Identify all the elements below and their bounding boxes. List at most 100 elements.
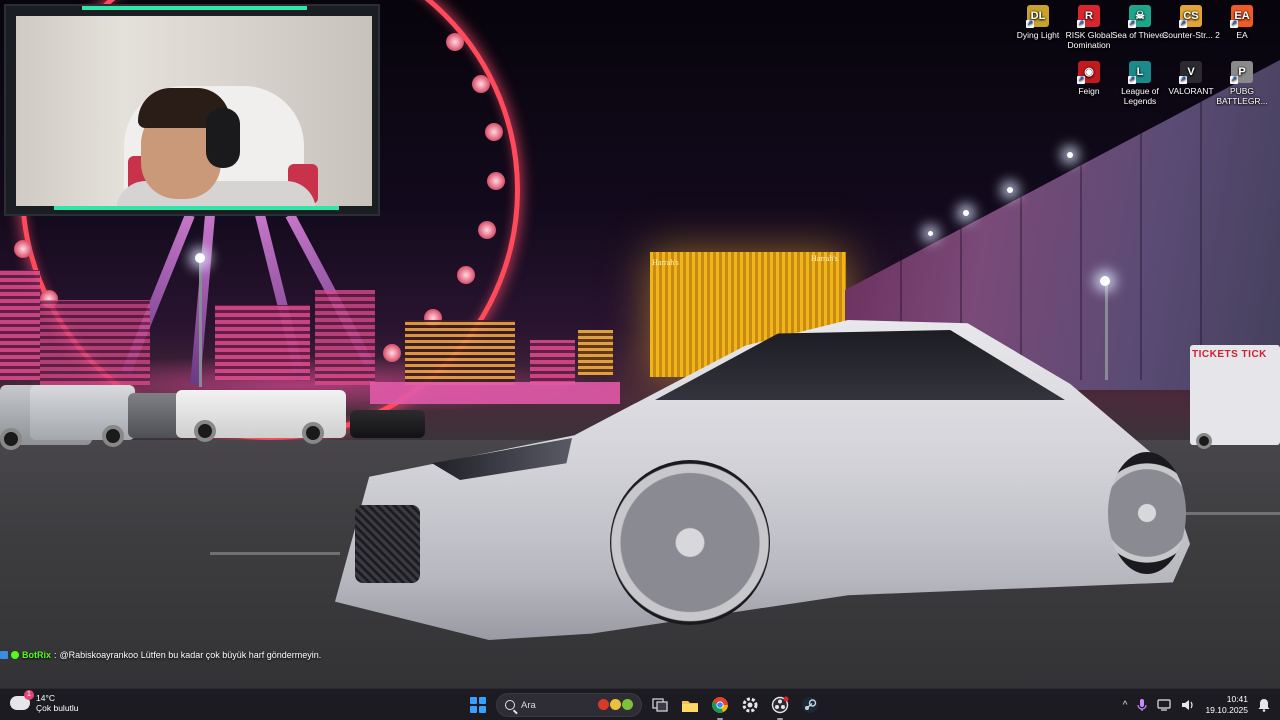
desktop-shortcut-label: VALORANT	[1168, 86, 1214, 96]
truck-wheel	[194, 420, 216, 442]
task-view-button[interactable]	[648, 693, 672, 717]
taskbar-apps: Ara	[466, 693, 822, 720]
clock-time: 10:41	[1226, 694, 1248, 704]
icon-glyph: ☠	[1135, 10, 1145, 22]
desktop-shortcut[interactable]: V ↗ VALORANT	[1162, 61, 1220, 96]
car-rear-wheel	[1108, 452, 1186, 574]
street-lamp	[1105, 285, 1108, 380]
search-placeholder: Ara	[521, 699, 536, 711]
desktop-shortcut[interactable]: DL ↗ Dying Light	[1009, 5, 1067, 40]
wall-rib	[1140, 120, 1142, 380]
wall-rib	[1080, 150, 1082, 380]
webcam-overlay	[4, 4, 380, 216]
trailer-wheel	[1196, 433, 1212, 449]
building	[578, 330, 613, 375]
settings-app-button[interactable]	[738, 693, 762, 717]
trailer-sign: TICKETS TICK	[1192, 349, 1267, 360]
shortcut-arrow-icon: ↗	[1128, 20, 1136, 28]
truck-wheel	[302, 422, 324, 444]
street-lamp	[199, 262, 202, 387]
risk-icon: R ↗	[1077, 5, 1100, 28]
network-icon[interactable]	[1157, 699, 1172, 711]
ferris-wheel-pod	[446, 33, 464, 51]
building	[215, 305, 310, 380]
shortcut-arrow-icon: ↗	[1230, 76, 1238, 84]
microphone-icon[interactable]	[1137, 698, 1148, 712]
ferris-wheel-pod	[487, 172, 505, 190]
settings-app-icon	[742, 697, 758, 713]
steam-button[interactable]	[798, 693, 822, 717]
desktop-shortcut[interactable]: ◉ ↗ Feign	[1060, 61, 1118, 96]
ferris-wheel-pod	[457, 266, 475, 284]
shortcut-arrow-icon: ↗	[1077, 76, 1085, 84]
desktop-shortcut-label: RISK Global Domination	[1065, 30, 1113, 50]
desktop-shortcut[interactable]: L ↗ League of Legends	[1111, 61, 1169, 106]
task-view-icon	[652, 698, 668, 712]
parked-car	[350, 410, 425, 438]
building	[315, 290, 375, 385]
desktop-shortcut-label: Sea of Thieves	[1111, 30, 1169, 40]
parking-line	[1180, 512, 1280, 515]
building	[40, 300, 150, 385]
notification-bell-icon[interactable]	[1258, 698, 1270, 712]
webcam-feed	[16, 16, 372, 206]
lamp-light	[1067, 152, 1073, 158]
desktop-shortcut-label: PUBG BATTLEGR...	[1216, 86, 1268, 106]
search-icon	[505, 700, 515, 710]
dying-light-icon: DL ↗	[1026, 5, 1049, 28]
bot-badge-icon	[11, 651, 19, 659]
platform-badge-icon	[0, 651, 8, 659]
desktop-shortcut[interactable]: R ↗ RISK Global Domination	[1060, 5, 1118, 50]
desktop-shortcut[interactable]: CS ↗ Counter-Str... 2	[1162, 5, 1220, 40]
counter-strike-icon: CS ↗	[1179, 5, 1202, 28]
obs-button[interactable]	[768, 693, 792, 720]
wall-rib	[1020, 185, 1022, 380]
building	[530, 340, 575, 385]
hotel-sign-left: Harrah's	[652, 258, 679, 267]
weather-widget[interactable]: 1 14°C Çok bulutlu	[10, 690, 79, 713]
start-button[interactable]	[466, 693, 490, 717]
ferris-wheel-pod	[383, 344, 401, 362]
lamp-light	[928, 231, 933, 236]
chrome-button[interactable]	[708, 693, 732, 720]
clock-date: 19.10.2025	[1205, 705, 1248, 715]
desktop-shortcut-label: Counter-Str... 2	[1162, 30, 1220, 40]
volume-icon[interactable]	[1181, 699, 1195, 711]
sea-of-thieves-icon: ☠ ↗	[1128, 5, 1151, 28]
desktop-shortcut-label: League of Legends	[1121, 86, 1159, 106]
wall-rib	[1200, 90, 1202, 380]
icon-glyph: P	[1238, 66, 1246, 78]
show-hidden-icons-button[interactable]: ^	[1123, 700, 1128, 711]
system-tray: ^ 10:41 19.10.2025	[1123, 689, 1280, 720]
webcam-bottom-accent	[54, 206, 339, 210]
ferris-wheel-pod	[472, 75, 490, 93]
search-highlight-icon	[598, 699, 633, 710]
clock[interactable]: 10:41 19.10.2025	[1205, 694, 1248, 716]
weather-temperature: 14°C	[36, 693, 55, 703]
desktop-shortcut[interactable]: ☠ ↗ Sea of Thieves	[1111, 5, 1169, 40]
icon-glyph: R	[1085, 10, 1093, 22]
ferris-wheel-pod	[478, 221, 496, 239]
ferris-wheel-pod	[485, 123, 503, 141]
desktop-shortcut[interactable]: EA ↗ EA	[1213, 5, 1271, 40]
chat-text: @Rabiskoayrankoo Lütfen bu kadar çok büy…	[59, 650, 322, 660]
chat-message: BotRix : @Rabiskoayrankoo Lütfen bu kada…	[0, 648, 321, 662]
file-explorer-button[interactable]	[678, 693, 702, 717]
steam-icon	[802, 697, 818, 713]
ferris-wheel-pod	[14, 240, 32, 258]
taskbar-search[interactable]: Ara	[496, 693, 642, 717]
chat-separator: :	[54, 650, 57, 660]
lamp-light	[195, 253, 205, 263]
feign-icon: ◉ ↗	[1077, 61, 1100, 84]
lamp-light	[1007, 187, 1013, 193]
weather-alert-badge: 1	[24, 690, 34, 700]
parking-line	[210, 552, 340, 555]
lamp-light	[1100, 276, 1110, 286]
chat-username: BotRix	[22, 650, 51, 660]
desktop-shortcut[interactable]: P ↗ PUBG BATTLEGR...	[1213, 61, 1271, 106]
shortcut-arrow-icon: ↗	[1026, 20, 1034, 28]
pubg-icon: P ↗	[1230, 61, 1253, 84]
icon-glyph: ◉	[1084, 66, 1094, 78]
car-wheel	[102, 425, 124, 447]
building	[0, 270, 40, 380]
